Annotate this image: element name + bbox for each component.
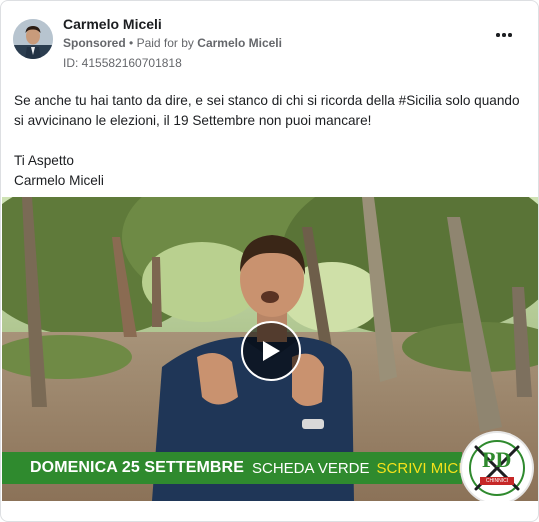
page-name[interactable]: Carmelo Miceli (63, 16, 162, 32)
party-letters: PD (482, 447, 512, 472)
more-horizontal-icon (502, 33, 506, 37)
post-text-paragraph: Se anche tu hai tanto da dire, e sei sta… (14, 93, 520, 128)
play-icon (263, 341, 280, 361)
ad-card: Carmelo Miceli Sponsored • Paid for by C… (0, 0, 539, 522)
more-horizontal-icon (496, 33, 500, 37)
paid-for-name[interactable]: Carmelo Miceli (197, 36, 282, 50)
banner-ballot: SCHEDA VERDE (251, 459, 370, 477)
avatar[interactable] (13, 19, 53, 59)
post-body: Se anche tu hai tanto da dire, e sei sta… (14, 91, 524, 191)
play-button[interactable] (241, 321, 301, 381)
meta-separator: • (129, 36, 134, 50)
sponsored-meta: Sponsored • Paid for by Carmelo Miceli (63, 36, 282, 50)
more-options-button[interactable] (492, 23, 516, 47)
more-horizontal-icon (508, 33, 512, 37)
sponsored-label: Sponsored (63, 36, 126, 50)
logo-ribbon: CHINNICI (480, 477, 514, 485)
party-logo: PD CHINNICI (462, 433, 532, 501)
video-player[interactable]: DOMENICA 25 SETTEMBRE SCHEDA VERDE SCRIV… (2, 197, 538, 501)
banner-date: DOMENICA 25 SETTEMBRE (30, 459, 244, 476)
ad-id: ID: 415582160701818 (63, 56, 182, 70)
post-header: Carmelo Miceli Sponsored • Paid for by C… (13, 13, 526, 73)
campaign-banner: DOMENICA 25 SETTEMBRE SCHEDA VERDE SCRIV… (2, 452, 481, 484)
paid-for-prefix: Paid for by (136, 36, 194, 50)
post-text-signature: Carmelo Miceli (14, 173, 104, 188)
post-text-line: Ti Aspetto (14, 153, 74, 168)
